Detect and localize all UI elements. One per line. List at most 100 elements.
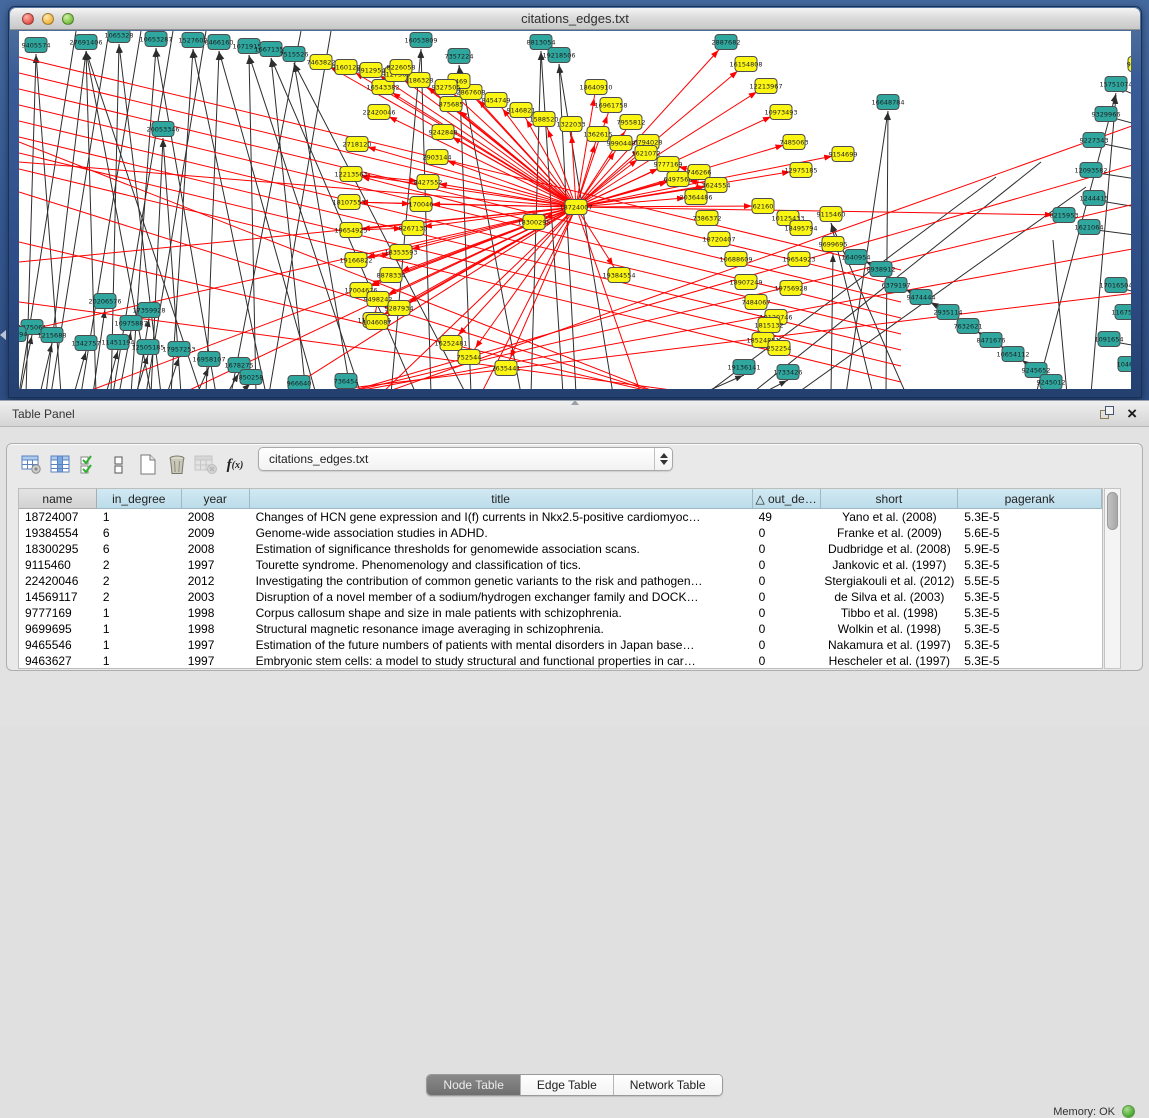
table-cell[interactable]: 14569117 [19,589,97,605]
table-cell[interactable]: 2 [97,573,182,589]
graph-node[interactable]: 9115460 [817,207,846,222]
tab-node-table[interactable]: Node Table [427,1075,521,1095]
column-header-in_degree[interactable]: in_degree [97,489,182,509]
table-cell[interactable]: Tourette syndrome. Phenomenology and cla… [250,557,753,573]
graph-node[interactable]: 10653287 [139,32,172,47]
table-cell[interactable]: 6 [97,525,182,541]
table-cell[interactable]: 0 [753,557,821,573]
table-cell[interactable]: 1997 [182,653,250,669]
table-cell[interactable]: 2 [97,589,182,605]
table-cell[interactable]: 2008 [182,541,250,557]
graph-node[interactable]: 15751074 [1099,77,1131,92]
graph-node[interactable]: 19654925 [334,223,367,238]
table-cell[interactable]: 49 [753,509,821,525]
graph-node[interactable]: 170046 [409,197,434,212]
table-cell[interactable]: 9465546 [19,637,97,653]
table-cell[interactable]: Estimation of the future numbers of pati… [250,637,753,653]
table-cell[interactable]: 18300295 [19,541,97,557]
graph-node[interactable]: 8938912 [867,262,896,277]
table-cell[interactable]: 9777169 [19,605,97,621]
graph-node[interactable]: 7357224 [445,49,474,64]
table-cell[interactable]: 0 [753,589,821,605]
table-scrollbar[interactable] [1104,488,1121,669]
graph-node[interactable]: 7515526 [280,47,309,62]
table-cell[interactable]: 6 [97,541,182,557]
graph-node[interactable]: 7386372 [693,211,722,226]
table-cell[interactable]: 1 [97,653,182,669]
graph-node[interactable]: 1065328 [105,31,134,43]
table-cell[interactable]: 2 [97,557,182,573]
graph-node[interactable]: 391594 [19,327,27,342]
graph-node[interactable]: 927347 [1127,57,1131,72]
table-cell[interactable]: 1 [97,509,182,525]
graph-node[interactable]: 7463822 [307,55,336,70]
column-header-out_de[interactable]: △ out_de… [753,489,821,509]
close-panel-icon[interactable]: × [1127,406,1137,421]
graph-node[interactable]: 19384554 [602,268,635,283]
network-window[interactable]: citations_edges.txt 18724007183002951322… [8,6,1142,398]
scrollbar-thumb[interactable] [1107,492,1118,530]
table-cell[interactable]: 5.5E-5 [958,573,1102,589]
table-cell[interactable]: Hescheler et al. (1997) [821,653,959,669]
table-cell[interactable]: 5.3E-5 [958,557,1102,573]
graph-node[interactable]: 7485063 [780,135,809,150]
graph-node[interactable]: 8454749 [482,93,511,108]
graph-node[interactable]: 16154808 [729,57,762,72]
table-cell[interactable]: Changes of HCN gene expression and I(f) … [250,509,753,525]
select-all-icon[interactable] [77,452,103,478]
table-cell[interactable]: 5.3E-5 [958,637,1102,653]
graph-node[interactable]: 9160128 [332,60,361,75]
collapse-panel-icon[interactable] [0,330,6,340]
table-cell[interactable]: 9699695 [19,621,97,637]
graph-node[interactable]: 20053346 [146,122,179,137]
graph-node[interactable]: 9329966 [1092,107,1121,122]
table-cell[interactable]: 0 [753,605,821,621]
table-selector-dropdown[interactable]: citations_edges.txt [258,447,673,471]
table-cell[interactable]: Franke et al. (2009) [821,525,959,541]
graph-node[interactable]: 1621072 [632,146,661,161]
table-row[interactable]: 911546021997Tourette syndrome. Phenomeno… [19,557,1102,573]
table-cell[interactable]: Wolkin et al. (1998) [821,621,959,637]
table-cell[interactable]: 2008 [182,509,250,525]
graph-node[interactable]: 1815132 [755,318,784,333]
table-cell[interactable]: 0 [753,621,821,637]
graph-node[interactable]: 8427552 [414,175,443,190]
graph-node[interactable]: 1046087 [363,315,392,330]
tab-edge-table[interactable]: Edge Table [521,1075,614,1095]
table-cell[interactable]: 5.3E-5 [958,589,1102,605]
float-window-icon[interactable] [1100,406,1115,421]
graph-node[interactable]: 12213967 [749,79,782,94]
table-cell[interactable]: 2012 [182,573,250,589]
graph-node[interactable]: 18720407 [702,232,735,247]
table-cell[interactable]: 9463627 [19,653,97,669]
table-cell[interactable]: Jankovic et al. (1997) [821,557,959,573]
graph-node[interactable]: 8226058 [387,60,416,75]
graph-node[interactable]: 1244415 [1080,191,1109,206]
table-cell[interactable]: 22420046 [19,573,97,589]
table-cell[interactable]: Disruption of a novel member of a sodium… [250,589,753,605]
table-cell[interactable]: 18724007 [19,509,97,525]
graph-node[interactable]: 27691406 [69,35,102,50]
table-row[interactable]: 969969511998Structural magnetic resonanc… [19,621,1102,637]
graph-node[interactable]: 9242848 [429,125,458,140]
graph-node[interactable]: 2903144 [423,150,452,165]
table-cell[interactable]: Estimation of significance thresholds fo… [250,541,753,557]
graph-node[interactable]: 18907249 [729,275,762,290]
graph-node[interactable]: 1322033 [557,117,586,132]
delete-column-icon[interactable] [164,452,190,478]
graph-node[interactable]: 752544 [457,350,482,365]
network-canvas[interactable]: 1872400718300295132203315885209146821845… [19,31,1131,389]
graph-node[interactable]: 17016504 [1099,278,1131,293]
graph-node[interactable]: 252254 [767,341,792,356]
table-mode-icon[interactable] [19,452,45,478]
graph-node[interactable]: 2887682 [712,35,741,50]
graph-node[interactable]: 1342757 [72,336,101,351]
table-row[interactable]: 2242004622012Investigating the contribut… [19,573,1102,589]
table-cell[interactable]: 19384554 [19,525,97,541]
network-graph[interactable]: 1872400718300295132203315885209146821845… [19,31,1131,389]
graph-node[interactable]: 8912954 [357,63,386,78]
column-header-name[interactable]: name [19,489,97,509]
graph-node[interactable]: 1640954 [842,250,871,265]
function-builder-icon[interactable]: f(x) [222,452,248,478]
graph-node[interactable]: 7635441 [492,361,521,376]
